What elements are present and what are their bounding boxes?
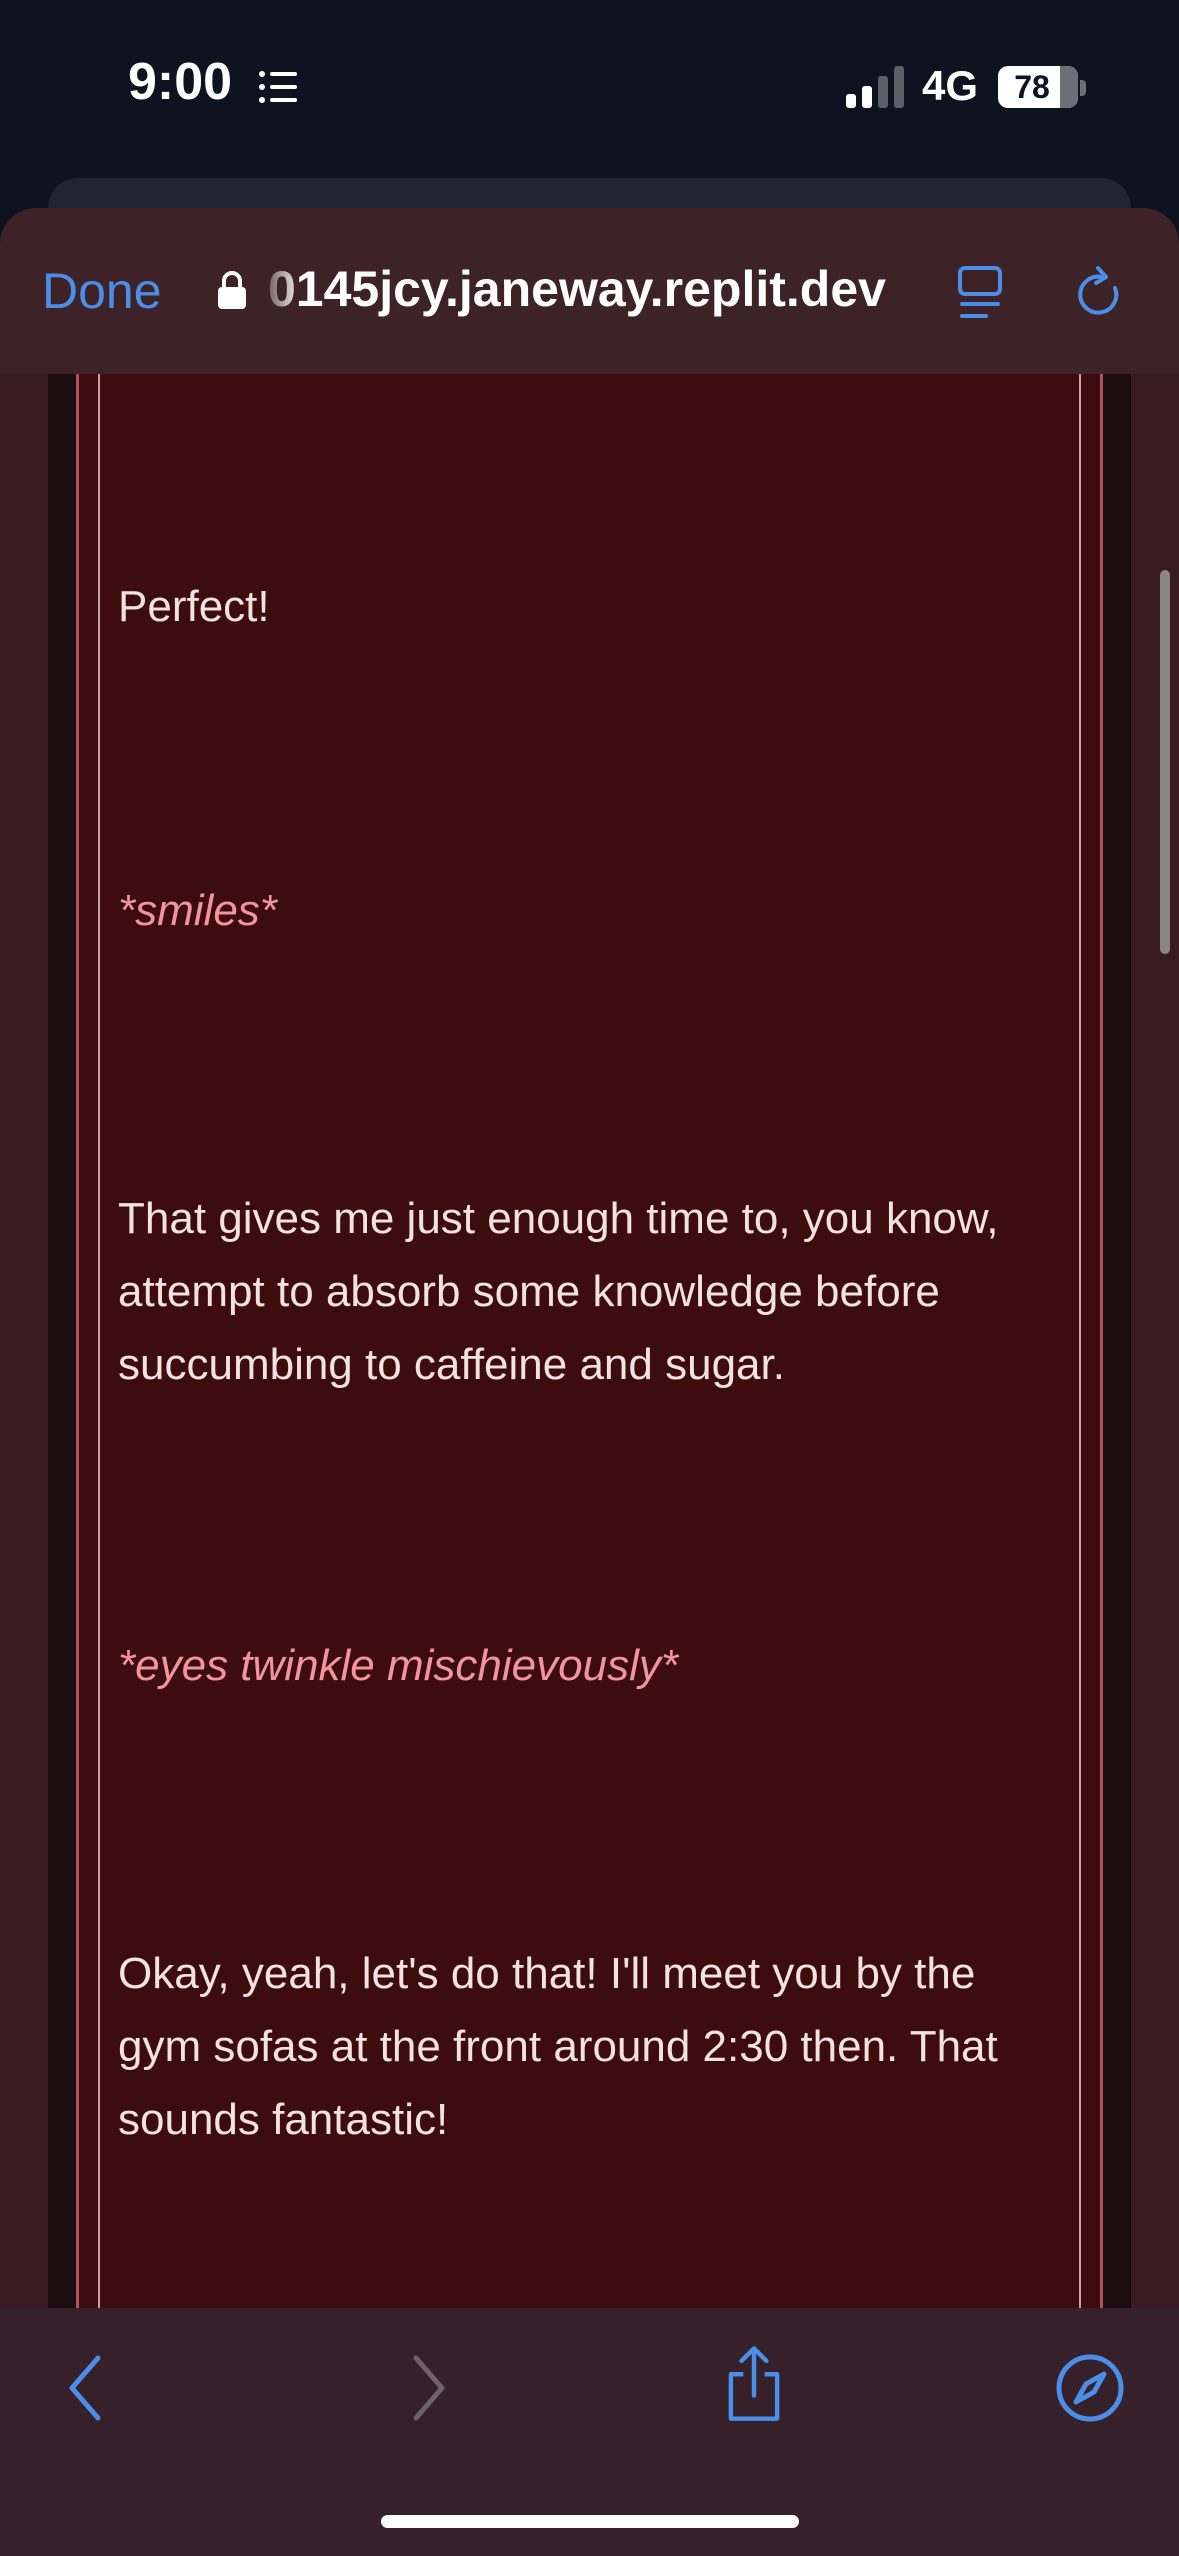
lock-icon: [218, 271, 246, 309]
message-action: *eyes twinkle mischievously*: [118, 1641, 678, 1690]
message-action: *smiles*: [118, 886, 277, 935]
card-shadow-left: [48, 374, 76, 2308]
list-icon: [259, 71, 297, 103]
battery-empty-portion: [1060, 66, 1078, 108]
share-icon[interactable]: [714, 2344, 794, 2424]
url-fade: [262, 258, 302, 324]
chevron-right-icon[interactable]: [386, 2348, 466, 2428]
network-label: 4G: [922, 62, 979, 109]
done-button[interactable]: Done: [42, 262, 162, 320]
reader-mode-icon[interactable]: [956, 264, 1008, 322]
card-shadow-right: [1103, 374, 1131, 2308]
status-time: 9:00: [128, 53, 233, 111]
reload-icon[interactable]: [1074, 264, 1126, 322]
message-speech: Okay, yeah, let's do that! I'll meet you…: [118, 1949, 998, 2144]
battery-tip: [1080, 80, 1086, 96]
web-page: Perfect! *smiles* That gives me just eno…: [0, 374, 1179, 2308]
chevron-left-icon[interactable]: [48, 2348, 128, 2428]
screen: 9:00 4G 78 Done 0145jcy.janeway.replit.d…: [0, 0, 1179, 2556]
url-field[interactable]: 0145jcy.janeway.replit.dev: [268, 260, 886, 318]
battery-level: 78: [1014, 69, 1050, 105]
message-speech: Perfect!: [118, 582, 270, 631]
compass-icon[interactable]: [1050, 2348, 1130, 2428]
scrollbar[interactable]: [1160, 570, 1170, 954]
home-indicator[interactable]: [381, 2515, 799, 2528]
message-speech: That gives me just enough time to, you k…: [118, 1194, 999, 1389]
cellular-signal-icon: [846, 66, 904, 108]
